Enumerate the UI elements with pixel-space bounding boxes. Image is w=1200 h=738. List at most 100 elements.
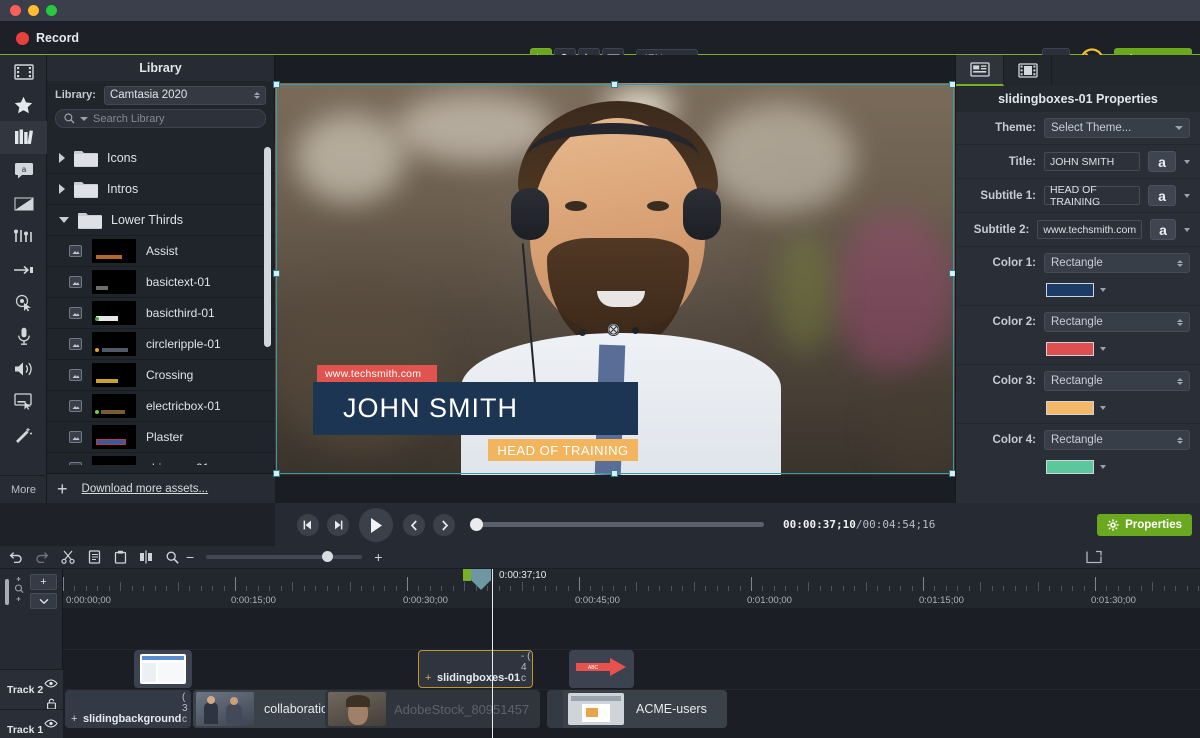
timeline-tracks-area[interactable]: + slidingboxes-01 - ( 4 c ABC + slidingb… bbox=[63, 609, 1200, 738]
play-button[interactable] bbox=[359, 508, 393, 542]
list-item[interactable]: electricbox-01 bbox=[47, 391, 275, 422]
search-filter-caret-icon[interactable] bbox=[80, 117, 88, 121]
rail-item-visual-effects[interactable] bbox=[0, 418, 47, 451]
library-folder-icons[interactable]: Icons bbox=[47, 143, 275, 174]
color2-swatch[interactable] bbox=[1046, 342, 1094, 356]
subtitle1-input[interactable]: HEAD OF TRAINING bbox=[1044, 186, 1140, 205]
color3-swatch[interactable] bbox=[1046, 401, 1094, 415]
title-input[interactable]: JOHN SMITH bbox=[1044, 152, 1140, 171]
timeline-zoom-slider[interactable] bbox=[206, 555, 362, 559]
cut-button[interactable] bbox=[56, 547, 80, 567]
next-marker-button[interactable] bbox=[433, 514, 455, 536]
library-scrollbar[interactable] bbox=[264, 147, 271, 347]
video-preview[interactable]: www.techsmith.com JOHN SMITH HEAD OF TRA… bbox=[275, 83, 955, 475]
color1-shape-select[interactable]: Rectangle bbox=[1044, 253, 1190, 273]
download-more-assets-link[interactable]: Download more assets... bbox=[82, 483, 209, 495]
rail-item-animations[interactable] bbox=[0, 253, 47, 286]
chevron-down-icon[interactable] bbox=[59, 217, 69, 223]
tab-media-properties[interactable] bbox=[1004, 55, 1052, 86]
tab-visual-properties[interactable] bbox=[956, 55, 1004, 86]
timeline-zoom-out-button[interactable]: − bbox=[186, 549, 194, 565]
scrubber-knob[interactable] bbox=[470, 518, 483, 531]
rail-item-audio-effects[interactable] bbox=[0, 352, 47, 385]
color3-caret-icon[interactable] bbox=[1100, 406, 1106, 410]
list-item[interactable]: Plaster bbox=[47, 422, 275, 453]
split-button[interactable] bbox=[134, 547, 158, 567]
library-select[interactable]: Camtasia 2020 bbox=[104, 86, 266, 105]
clip-expand-icon[interactable]: + bbox=[425, 672, 431, 684]
timeline-clip[interactable]: ABC bbox=[569, 650, 634, 688]
maximize-window-button[interactable] bbox=[46, 5, 57, 16]
timeline-clip[interactable]: AdobeStock_80951457 bbox=[325, 690, 540, 728]
rail-item-library[interactable] bbox=[0, 121, 47, 154]
copy-button[interactable] bbox=[82, 547, 106, 567]
timeline-clip[interactable]: ACME-users bbox=[547, 690, 727, 728]
timeline-zoom-knob[interactable] bbox=[322, 551, 333, 562]
detach-timeline-button[interactable] bbox=[1086, 550, 1102, 569]
redo-button[interactable] bbox=[30, 547, 54, 567]
eye-icon[interactable] bbox=[44, 675, 58, 693]
list-item[interactable]: Crossing bbox=[47, 360, 275, 391]
add-asset-button[interactable]: + bbox=[57, 480, 68, 498]
step-backward-button[interactable] bbox=[297, 514, 319, 536]
library-folder-intros[interactable]: Intros bbox=[47, 174, 275, 205]
color4-caret-icon[interactable] bbox=[1100, 465, 1106, 469]
rail-item-voice-narration[interactable] bbox=[0, 319, 47, 352]
timeline-clip-selected[interactable]: + slidingboxes-01 - ( 4 c bbox=[418, 650, 533, 688]
subtitle2-font-button[interactable]: a bbox=[1150, 219, 1176, 240]
paste-button[interactable] bbox=[108, 547, 132, 567]
timeline-zoom-in-button[interactable]: + bbox=[374, 549, 382, 565]
rail-item-media[interactable] bbox=[0, 55, 47, 88]
list-item[interactable]: Assist bbox=[47, 236, 275, 267]
playback-scrubber[interactable] bbox=[474, 522, 764, 527]
list-item[interactable]: shimmer-01 bbox=[47, 453, 275, 465]
zoom-tool-button[interactable] bbox=[160, 547, 184, 567]
window-controls[interactable] bbox=[10, 5, 57, 16]
anchor-dot-right[interactable] bbox=[632, 327, 639, 334]
clip-expand-icon[interactable]: + bbox=[71, 713, 77, 725]
color4-swatch[interactable] bbox=[1046, 460, 1094, 474]
resize-handle-top-center[interactable] bbox=[611, 81, 618, 88]
color1-swatch[interactable] bbox=[1046, 283, 1094, 297]
list-item[interactable]: basicthird-01 bbox=[47, 298, 275, 329]
resize-handle-middle-left[interactable] bbox=[273, 270, 280, 277]
library-list[interactable]: Icons Intros Lower Thirds Assist bbox=[47, 143, 275, 465]
resize-handle-bottom-left[interactable] bbox=[273, 470, 280, 477]
anchor-dot-left[interactable] bbox=[579, 329, 586, 336]
timeline-clip[interactable]: + slidingbackground - ( 3 c bbox=[65, 690, 191, 728]
library-folder-lower-thirds[interactable]: Lower Thirds bbox=[47, 205, 275, 236]
timeline-lane-track-1[interactable]: + slidingbackground - ( 3 c collaboratio… bbox=[63, 689, 1200, 729]
timeline-clip[interactable] bbox=[134, 650, 192, 688]
color2-shape-select[interactable]: Rectangle bbox=[1044, 312, 1190, 332]
minimize-window-button[interactable] bbox=[28, 5, 39, 16]
rail-item-captions[interactable] bbox=[0, 385, 47, 418]
subtitle2-font-caret-icon[interactable] bbox=[1184, 228, 1190, 232]
timeline-ruler[interactable]: 0:00:00;00 0:00:15;00 0:00:30;00 0:00:45… bbox=[63, 569, 1200, 609]
subtitle1-font-caret-icon[interactable] bbox=[1184, 194, 1190, 198]
rail-item-cursor-effects[interactable] bbox=[0, 286, 47, 319]
zoom-track-icon[interactable] bbox=[12, 575, 25, 608]
rail-item-transitions[interactable] bbox=[0, 187, 47, 220]
track-header-track-2[interactable]: Track 2 bbox=[0, 669, 63, 709]
chevron-right-icon[interactable] bbox=[59, 184, 65, 194]
eye-icon[interactable] bbox=[44, 715, 58, 733]
title-font-button[interactable]: a bbox=[1148, 151, 1176, 172]
previous-marker-button[interactable] bbox=[403, 514, 425, 536]
color2-caret-icon[interactable] bbox=[1100, 347, 1106, 351]
undo-button[interactable] bbox=[4, 547, 28, 567]
add-track-button[interactable]: + bbox=[30, 574, 57, 590]
library-search-input[interactable]: Search Library bbox=[55, 109, 266, 128]
rail-item-annotations[interactable]: a bbox=[0, 154, 47, 187]
list-item[interactable]: circleripple-01 bbox=[47, 329, 275, 360]
rail-item-behaviors[interactable] bbox=[0, 220, 47, 253]
list-item[interactable]: basictext-01 bbox=[47, 267, 275, 298]
title-font-caret-icon[interactable] bbox=[1184, 160, 1190, 164]
collapse-tracks-button[interactable] bbox=[30, 593, 57, 609]
subtitle1-font-button[interactable]: a bbox=[1148, 185, 1176, 206]
resize-handle-top-left[interactable] bbox=[273, 81, 280, 88]
color3-shape-select[interactable]: Rectangle bbox=[1044, 371, 1190, 391]
close-window-button[interactable] bbox=[10, 5, 21, 16]
color4-shape-select[interactable]: Rectangle bbox=[1044, 430, 1190, 450]
properties-button[interactable]: Properties bbox=[1097, 514, 1192, 536]
chevron-right-icon[interactable] bbox=[59, 153, 65, 163]
